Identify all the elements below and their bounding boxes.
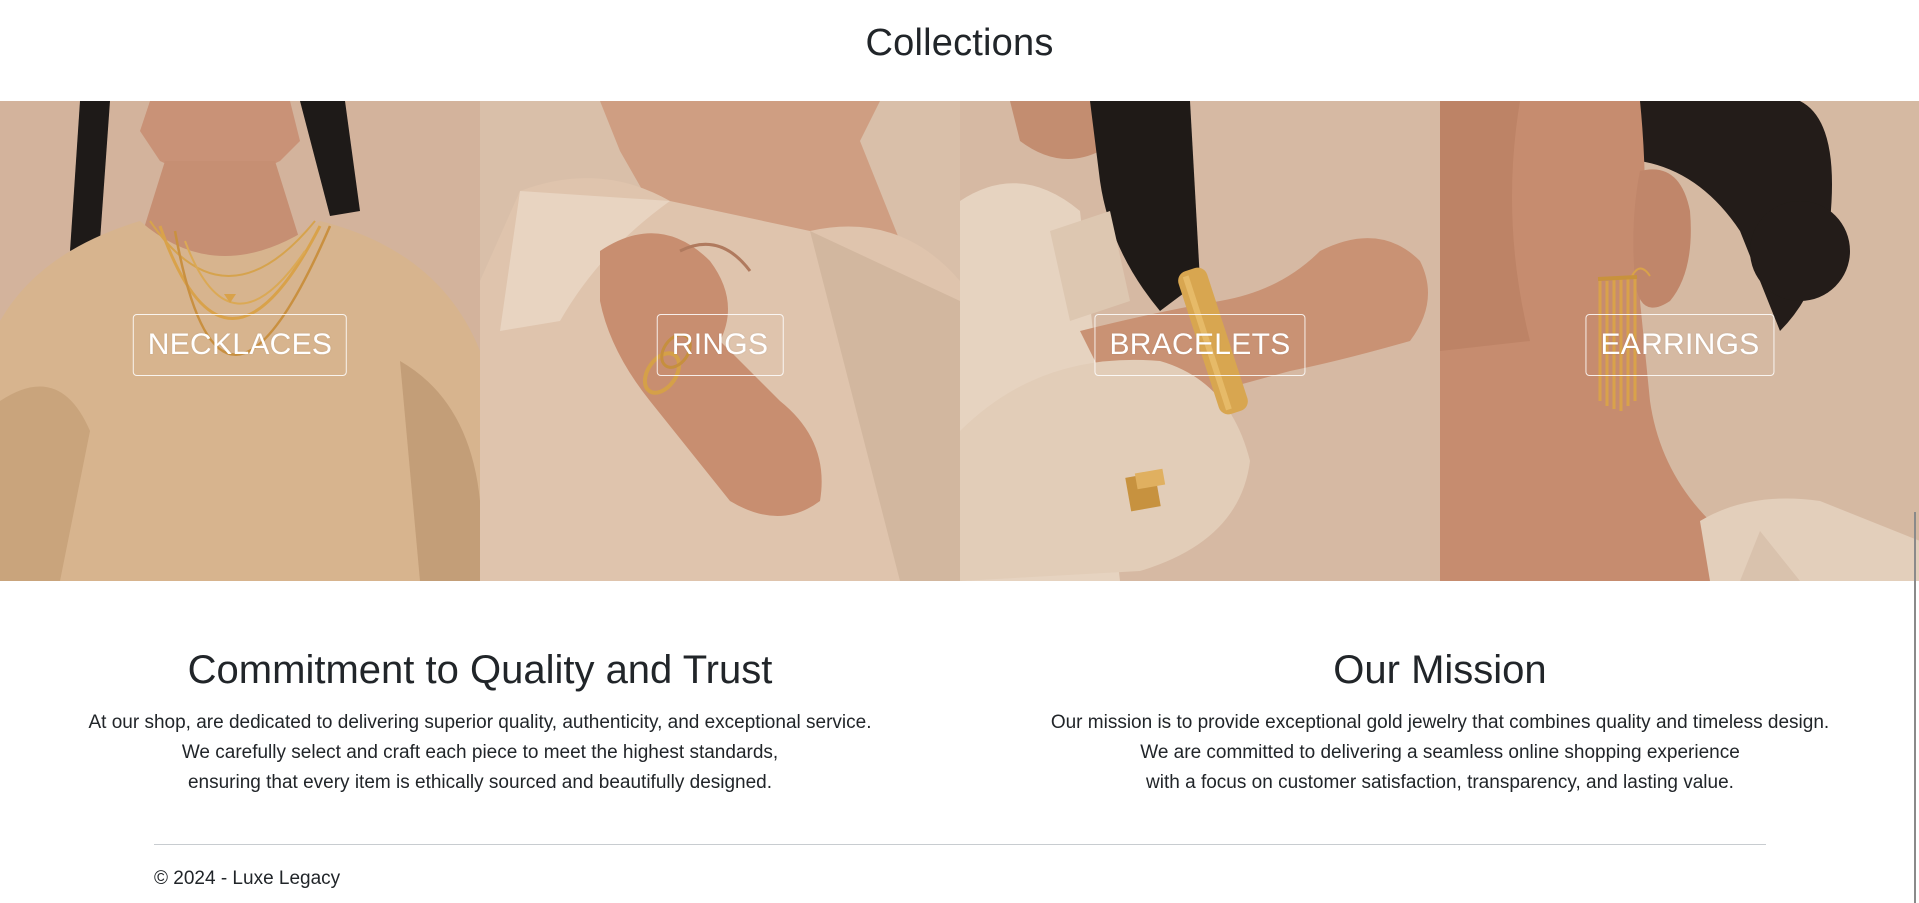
- collections-grid: NECKLACES RINGS BRACELETS EARRINGS: [0, 101, 1919, 581]
- collection-label-bracelets[interactable]: BRACELETS: [1094, 314, 1306, 376]
- collection-tile-bracelets[interactable]: BRACELETS: [960, 101, 1440, 581]
- footer-copyright: © 2024 - Luxe Legacy: [154, 868, 341, 889]
- page: Collections NECKLACES RINGS BRACELETS EA…: [0, 0, 1919, 903]
- quality-section: Commitment to Quality and Trust At our s…: [0, 644, 960, 798]
- collection-label-necklaces[interactable]: NECKLACES: [132, 314, 348, 376]
- mission-text-line-2: We are committed to delivering a seamles…: [1140, 742, 1740, 763]
- quality-text-line-2: We carefully select and craft each piece…: [181, 742, 779, 763]
- quality-text-line-3: ensuring that every item is ethically so…: [187, 772, 773, 793]
- mission-heading: Our Mission: [1333, 648, 1547, 692]
- quality-heading: Commitment to Quality and Trust: [187, 648, 773, 692]
- collection-label-earrings[interactable]: EARRINGS: [1585, 314, 1775, 376]
- mission-text-line-3: with a focus on customer satisfaction, t…: [1146, 772, 1734, 793]
- quality-text-line-1: At our shop, are dedicated to delivering…: [88, 712, 872, 733]
- mission-text-line-1: Our mission is to provide exceptional go…: [1050, 712, 1830, 733]
- page-scrollbar[interactable]: [1914, 512, 1916, 903]
- footer-divider: [154, 844, 1766, 845]
- collection-tile-necklaces[interactable]: NECKLACES: [0, 101, 480, 581]
- collection-tile-earrings[interactable]: EARRINGS: [1440, 101, 1919, 581]
- mission-section: Our Mission Our mission is to provide ex…: [960, 644, 1919, 798]
- collection-label-rings[interactable]: RINGS: [656, 314, 784, 376]
- collections-title: Collections: [865, 22, 1054, 64]
- collection-tile-rings[interactable]: RINGS: [480, 101, 960, 581]
